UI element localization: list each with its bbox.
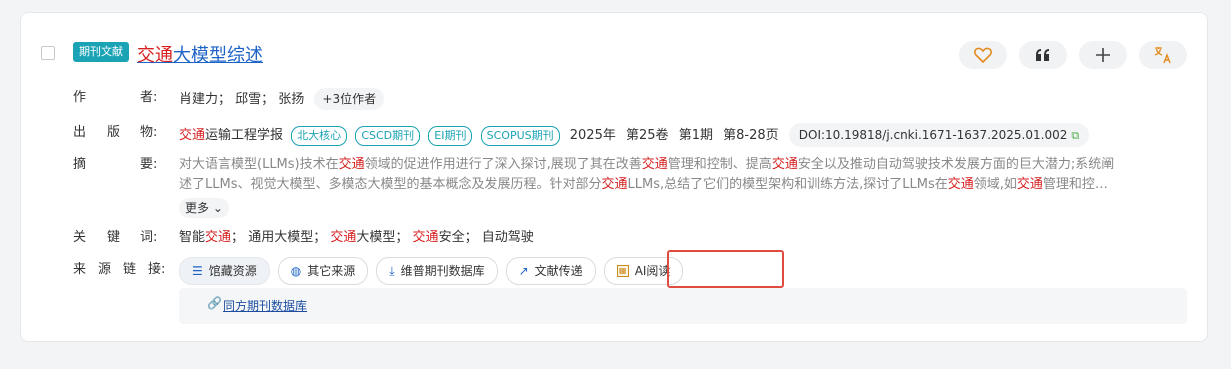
quote-icon [1036, 49, 1049, 61]
download-icon: ⤓ [389, 264, 395, 278]
author-row: 作者: 肖建力； 邱雪； 张扬 +3位作者 [73, 88, 1173, 112]
favorite-button[interactable] [959, 41, 1007, 69]
tag-pku-core: 北大核心 [291, 126, 348, 146]
more-authors-button[interactable]: +3位作者 [314, 88, 385, 110]
ai-read-icon: ▦ [616, 265, 629, 277]
ai-read-highlight-box [667, 250, 784, 288]
pub-issue: 第1期 [678, 128, 713, 143]
translate-icon [1154, 47, 1171, 64]
author-values: 肖建力； 邱雪； 张扬 +3位作者 [179, 88, 385, 110]
journal-name[interactable]: 交通运输工程学报 [179, 128, 283, 143]
publication-row: 出版物: 交通运输工程学报 北大核心 CSCD期刊 EI期刊 SCOPUS期刊 … [73, 123, 1173, 147]
doc-type-badge: 期刊文献 [73, 42, 129, 62]
tag-ei: EI期刊 [428, 126, 473, 146]
add-button[interactable] [1079, 41, 1127, 69]
source-links: ☰ 馆藏资源 ◍ 其它来源 ⤓ 维普期刊数据库 ↗ 文献传递 ▦ AI阅读 [179, 257, 684, 285]
copy-icon[interactable]: ⧉ [1071, 129, 1079, 142]
abstract-more-button[interactable]: 更多 ⌄ [179, 198, 229, 218]
select-checkbox[interactable] [41, 46, 55, 60]
vip-database-button[interactable]: ⤓ 维普期刊数据库 [376, 257, 498, 285]
source-panel: 🔗 同方期刊数据库 [179, 288, 1187, 324]
pub-pages: 第8-28页 [723, 128, 779, 143]
result-card: 期刊文献 交通大模型综述 作者: 肖建力； 邱雪； 张扬 +3位作者 出版物: … [20, 12, 1208, 342]
translate-button[interactable] [1139, 41, 1187, 69]
title-text: 大模型综述 [173, 45, 263, 66]
tongfang-database-link[interactable]: 同方期刊数据库 [223, 297, 307, 314]
pub-volume: 第25卷 [626, 128, 669, 143]
publication-values: 交通运输工程学报 北大核心 CSCD期刊 EI期刊 SCOPUS期刊 2025年… [179, 123, 1090, 147]
tag-scopus: SCOPUS期刊 [480, 126, 560, 146]
title-highlight: 交通 [137, 45, 173, 66]
keyword-4[interactable]: 交通安全 [413, 230, 465, 245]
doi-badge[interactable]: DOI:10.19818/j.cnki.1671-1637.2025.01.00… [788, 123, 1090, 147]
add-icon [1096, 48, 1110, 62]
sources-row: 来源链接: ☰ 馆藏资源 ◍ 其它来源 ⤓ 维普期刊数据库 ↗ 文献传递 ▦ AI阅读 [73, 250, 1193, 288]
arrow-icon: ↗ [518, 264, 529, 278]
globe-icon: ◍ [290, 264, 302, 278]
library-resource-button[interactable]: ☰ 馆藏资源 [179, 257, 270, 285]
keywords-values: 智能交通； 通用大模型； 交通大模型； 交通安全； 自动驾驶 [179, 230, 534, 245]
author-list[interactable]: 肖建力； 邱雪； 张扬 [179, 92, 304, 107]
action-toolbar [959, 41, 1187, 69]
quote-button[interactable] [1019, 41, 1067, 69]
keyword-5[interactable]: 自动驾驶 [482, 230, 534, 245]
keyword-1[interactable]: 智能交通 [179, 230, 231, 245]
chevron-down-icon: ⌄ [212, 201, 223, 215]
tag-cscd: CSCD期刊 [355, 126, 421, 146]
keyword-3[interactable]: 交通大模型 [330, 230, 395, 245]
favorite-icon [974, 47, 992, 63]
pub-year: 2025年 [569, 128, 616, 143]
abstract-text: 对大语言模型(LLMs)技术在交通领域的促进作用进行了深入探讨,展现了其在改善交… [179, 155, 1183, 219]
other-source-button[interactable]: ◍ 其它来源 [277, 257, 369, 285]
link-icon: 🔗 [207, 296, 222, 310]
library-icon: ☰ [192, 264, 203, 278]
article-title[interactable]: 交通大模型综述 [137, 41, 263, 67]
keyword-2[interactable]: 通用大模型 [248, 230, 313, 245]
keywords-row: 关键词: 智能交通； 通用大模型； 交通大模型； 交通安全； 自动驾驶 [73, 228, 1173, 250]
document-delivery-button[interactable]: ↗ 文献传递 [505, 257, 596, 285]
abstract-row: 摘要: 对大语言模型(LLMs)技术在交通领域的促进作用进行了深入探讨,展现了其… [73, 155, 1193, 223]
